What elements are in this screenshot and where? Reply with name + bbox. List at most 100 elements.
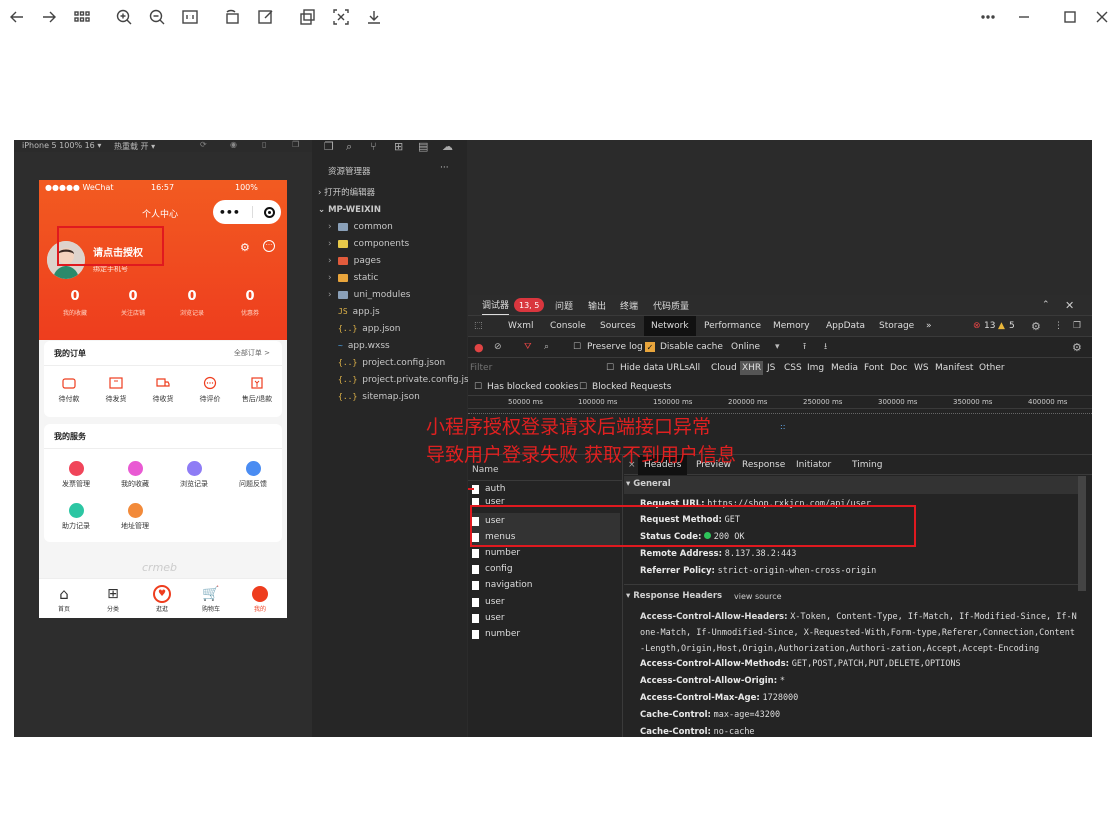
panel-network[interactable]: Network xyxy=(644,316,696,336)
tab-debugger[interactable]: 调试器 xyxy=(482,295,510,315)
file-item[interactable]: ~ app.wxss xyxy=(312,337,467,354)
filter-css[interactable]: CSS xyxy=(784,358,802,378)
error-count[interactable]: 13 xyxy=(984,316,995,336)
detail-tab-response[interactable]: Response xyxy=(742,455,785,475)
filter-all[interactable]: All xyxy=(689,358,700,378)
close-panel-icon[interactable]: ✕ xyxy=(1065,295,1074,315)
order-after-sales[interactable]: 售后/退款 xyxy=(235,375,279,404)
message-icon[interactable]: ··· xyxy=(263,240,275,252)
crop-icon[interactable] xyxy=(297,6,319,28)
tab-home[interactable]: ⌂ 首页 xyxy=(44,584,84,613)
view-source-link[interactable]: view source xyxy=(734,592,782,601)
file-item[interactable]: {..} project.config.json xyxy=(312,354,467,371)
panel-storage[interactable]: Storage xyxy=(879,316,914,336)
stat-label[interactable]: 优惠券 xyxy=(228,308,272,317)
tab-code-quality[interactable]: 代码质量 xyxy=(653,295,689,315)
tab-category[interactable]: ⊞ 分类 xyxy=(93,584,133,613)
folder-item[interactable]: › uni_modules xyxy=(312,286,467,303)
response-headers-title[interactable]: ▾ Response Headers xyxy=(626,591,722,601)
warning-count[interactable]: 5 xyxy=(1009,316,1015,336)
dock-icon[interactable]: ❐ xyxy=(1073,316,1081,336)
search-icon[interactable]: ⌕ xyxy=(544,337,549,357)
request-row[interactable]: auth xyxy=(472,481,620,497)
details-scrollbar[interactable] xyxy=(1078,476,1086,591)
service-feedback[interactable]: 问题反馈 xyxy=(229,460,277,489)
refresh-icon[interactable]: ⟳ xyxy=(200,140,207,149)
record-icon[interactable]: ◉ xyxy=(230,140,237,149)
general-section-header[interactable]: ▾ General xyxy=(624,476,1078,494)
cloud-icon[interactable]: ☁ xyxy=(442,140,453,153)
filter-font[interactable]: Font xyxy=(864,358,884,378)
file-item[interactable]: {..} sitemap.json xyxy=(312,388,467,405)
panel-memory[interactable]: Memory xyxy=(773,316,810,336)
tab-browse[interactable]: ♥ 逛逛 xyxy=(142,584,182,613)
order-pending-review[interactable]: 待评价 xyxy=(188,375,232,404)
filter-js[interactable]: JS xyxy=(767,358,775,378)
kebab-icon[interactable]: ⋮ xyxy=(1054,316,1063,336)
capsule-menu[interactable]: ••• xyxy=(213,200,281,224)
maximize-icon[interactable] xyxy=(1059,6,1081,28)
debug-icon[interactable]: ⊞ xyxy=(394,140,403,153)
folder-item[interactable]: › pages xyxy=(312,252,467,269)
clear-icon[interactable]: ⊘ xyxy=(494,337,502,357)
throttle-select[interactable]: Online xyxy=(731,337,760,357)
forward-icon[interactable] xyxy=(38,6,60,28)
record-icon[interactable]: ● xyxy=(474,337,484,357)
filter-media[interactable]: Media xyxy=(831,358,858,378)
download-har-icon[interactable]: ⭳ xyxy=(824,337,827,357)
files-icon[interactable]: ❐ xyxy=(324,140,334,153)
service-favorites[interactable]: 我的收藏 xyxy=(111,460,159,489)
request-row[interactable]: number xyxy=(472,626,620,642)
filter-ws[interactable]: WS xyxy=(914,358,929,378)
service-address[interactable]: 地址管理 xyxy=(111,502,159,531)
filter-input[interactable] xyxy=(470,361,596,375)
upload-icon[interactable]: ⭱ xyxy=(803,337,806,357)
source-control-icon[interactable]: ⑂ xyxy=(370,140,377,153)
detail-tab-timing[interactable]: Timing xyxy=(852,455,882,475)
filter-other[interactable]: Other xyxy=(979,358,1005,378)
preserve-log-checkbox[interactable]: ☐ xyxy=(573,337,581,357)
extensions-icon[interactable]: ▤ xyxy=(418,140,428,153)
minimize-icon[interactable] xyxy=(1013,6,1035,28)
device-select[interactable]: iPhone 5 100% 16 ▾ xyxy=(22,141,101,150)
close-icon[interactable] xyxy=(1091,6,1113,28)
file-item[interactable]: {..} app.json xyxy=(312,320,467,337)
actual-size-icon[interactable] xyxy=(179,6,201,28)
detail-tab-initiator[interactable]: Initiator xyxy=(796,455,831,475)
tab-mine[interactable]: 我的 xyxy=(240,584,280,613)
panel-performance[interactable]: Performance xyxy=(704,316,761,336)
ocr-icon[interactable] xyxy=(330,6,352,28)
filter-cloud[interactable]: Cloud xyxy=(711,358,737,378)
search-icon[interactable]: ⌕ xyxy=(346,140,352,154)
file-item[interactable]: JS app.js xyxy=(312,303,467,320)
more-dots-icon[interactable]: ••• xyxy=(219,206,240,219)
folder-item[interactable]: › static xyxy=(312,269,467,286)
blocked-cookies-checkbox[interactable]: ☐ xyxy=(474,377,482,397)
order-pending-shipment[interactable]: 待发货 xyxy=(94,375,138,404)
request-row[interactable]: navigation xyxy=(472,577,620,593)
all-orders-link[interactable]: 全部订单 > xyxy=(234,348,270,358)
hot-reload-toggle[interactable]: 热重载 开 ▾ xyxy=(114,141,155,152)
file-item[interactable]: {..} project.private.config.js... xyxy=(312,371,477,388)
tab-terminal[interactable]: 终端 xyxy=(620,295,638,315)
edit-icon[interactable] xyxy=(255,6,277,28)
phone-icon[interactable]: ▯ xyxy=(262,140,266,149)
panel-sources[interactable]: Sources xyxy=(600,316,636,336)
request-row[interactable]: config xyxy=(472,561,620,577)
tab-cart[interactable]: 🛒 购物车 xyxy=(191,584,231,613)
filter-icon[interactable]: ⛛ xyxy=(524,337,532,357)
blocked-requests-checkbox[interactable]: ☐ xyxy=(579,377,587,397)
tab-output[interactable]: 输出 xyxy=(588,295,606,315)
stat-label[interactable]: 我的收藏 xyxy=(53,308,97,317)
explorer-more[interactable]: ··· xyxy=(440,163,449,173)
service-assist[interactable]: 助力记录 xyxy=(52,502,100,531)
collapse-icon[interactable]: ⌃ xyxy=(1042,295,1050,315)
hide-data-urls-checkbox[interactable]: ☐ xyxy=(606,358,614,378)
rotate-icon[interactable] xyxy=(222,6,244,28)
filter-doc[interactable]: Doc xyxy=(890,358,907,378)
filter-img[interactable]: Img xyxy=(807,358,824,378)
request-row[interactable]: user xyxy=(472,594,620,610)
service-history[interactable]: 浏览记录 xyxy=(170,460,218,489)
order-pending-payment[interactable]: 待付款 xyxy=(47,375,91,404)
tab-issues[interactable]: 问题 xyxy=(555,295,573,315)
